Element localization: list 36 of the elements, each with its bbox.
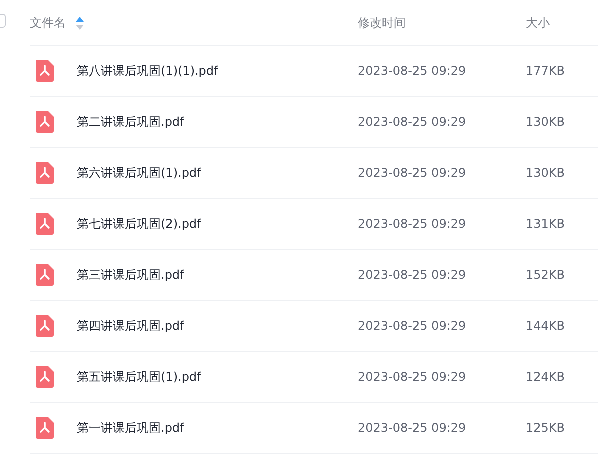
file-name[interactable]: 第二讲课后巩固.pdf — [77, 114, 184, 130]
modified-time: 2023-08-25 09:29 — [358, 115, 466, 129]
pdf-file-icon — [36, 264, 54, 286]
file-name[interactable]: 第五讲课后巩固(1).pdf — [77, 368, 202, 386]
sort-icon[interactable] — [76, 16, 84, 30]
pdf-file-icon — [36, 366, 54, 388]
modified-time: 2023-08-25 09:29 — [358, 421, 466, 435]
file-name[interactable]: 第一讲课后巩固.pdf — [77, 420, 184, 436]
file-size: 125KB — [526, 421, 566, 435]
file-size: 144KB — [526, 319, 566, 333]
pdf-file-icon — [36, 213, 54, 235]
file-name[interactable]: 第四讲课后巩固.pdf — [77, 318, 184, 334]
modified-time: 2023-08-25 09:29 — [358, 217, 466, 231]
column-header[interactable]: 修改时间 — [358, 16, 406, 30]
modified-time: 2023-08-25 09:29 — [358, 268, 466, 282]
file-name[interactable]: 第八讲课后巩固(1)(1).pdf — [77, 62, 218, 80]
pdf-file-icon — [36, 111, 54, 133]
file-size: 130KB — [526, 115, 566, 129]
pdf-file-icon — [36, 60, 54, 82]
modified-time: 2023-08-25 09:29 — [358, 64, 466, 78]
pdf-file-icon — [36, 315, 54, 337]
modified-time: 2023-08-25 09:29 — [358, 370, 466, 384]
file-name[interactable]: 第三讲课后巩固.pdf — [77, 266, 184, 284]
pdf-file-icon — [36, 417, 54, 439]
column-header[interactable]: 大小 — [526, 16, 550, 30]
file-size: 124KB — [526, 370, 566, 384]
column-header[interactable]: 文件名 — [30, 14, 66, 32]
modified-time: 2023-08-25 09:29 — [358, 166, 466, 180]
pdf-file-icon — [36, 162, 54, 184]
file-name[interactable]: 第六讲课后巩固(1).pdf — [77, 164, 202, 182]
modified-time: 2023-08-25 09:29 — [358, 319, 466, 333]
file-size: 130KB — [526, 166, 566, 180]
file-size: 152KB — [526, 268, 566, 282]
file-name[interactable]: 第七讲课后巩固(2).pdf — [77, 216, 202, 232]
file-size: 131KB — [526, 217, 566, 231]
file-size: 177KB — [526, 64, 566, 78]
